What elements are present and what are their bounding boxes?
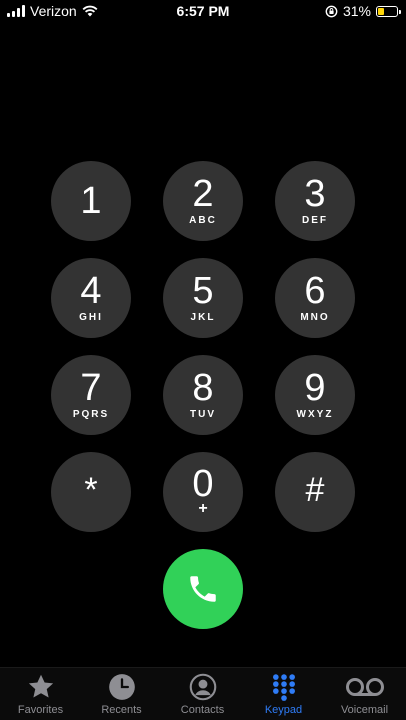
tab-bar: Favorites Recents Contacts Keypad Voicem…	[0, 667, 406, 720]
key-digit: 3	[304, 173, 326, 215]
star-icon	[28, 674, 53, 698]
tab-label: Voicemail	[340, 704, 389, 716]
key-letters: ABC	[189, 215, 217, 226]
key-digit: 6	[304, 270, 326, 312]
key-star[interactable]: *	[51, 452, 131, 532]
call-button[interactable]	[163, 549, 243, 629]
key-digit: 2	[192, 173, 214, 215]
key-letters: JKL	[190, 312, 216, 323]
tab-favorites[interactable]: Favorites	[0, 672, 81, 716]
key-1[interactable]: 1	[51, 161, 131, 241]
clock-icon	[108, 674, 135, 700]
key-0[interactable]: 0 +	[163, 452, 243, 532]
key-hash[interactable]: #	[275, 452, 355, 532]
key-digit: 8	[192, 367, 214, 409]
key-2[interactable]: 2 ABC	[163, 161, 243, 241]
key-letters: WXYZ	[296, 409, 334, 420]
key-letters: MNO	[300, 312, 330, 323]
key-digit: 9	[304, 367, 326, 409]
key-letters: +	[198, 500, 208, 517]
key-digit: *	[84, 471, 98, 509]
person-circle-icon	[189, 673, 216, 701]
voicemail-icon	[345, 678, 384, 696]
key-letters: DEF	[302, 215, 328, 226]
key-digit: #	[305, 471, 325, 509]
key-8[interactable]: 8 TUV	[163, 355, 243, 435]
tab-contacts[interactable]: Contacts	[162, 672, 243, 716]
key-4[interactable]: 4 GHI	[51, 258, 131, 338]
key-7[interactable]: 7 PQRS	[51, 355, 131, 435]
key-3[interactable]: 3 DEF	[275, 161, 355, 241]
key-letters: PQRS	[72, 409, 110, 420]
key-letters: TUV	[190, 409, 216, 420]
key-digit: 5	[192, 270, 214, 312]
key-5[interactable]: 5 JKL	[163, 258, 243, 338]
key-6[interactable]: 6 MNO	[275, 258, 355, 338]
tab-label: Favorites	[17, 704, 64, 716]
key-digit: 1	[80, 180, 102, 222]
keypad: 1 2 ABC 3 DEF 4 GHI 5 JKL 6 MNO 7 PQRS 8…	[0, 0, 406, 720]
phone-icon	[190, 576, 216, 602]
key-9[interactable]: 9 WXYZ	[275, 355, 355, 435]
tab-recents[interactable]: Recents	[81, 672, 162, 716]
key-digit: 7	[80, 367, 102, 409]
tab-label: Recents	[101, 704, 142, 716]
tab-label: Keypad	[264, 704, 303, 716]
tab-keypad[interactable]: Keypad	[243, 672, 324, 716]
tab-voicemail[interactable]: Voicemail	[324, 672, 405, 716]
tab-label: Contacts	[180, 704, 225, 716]
key-letters: GHI	[79, 312, 103, 323]
keypad-grid-icon	[272, 674, 295, 701]
key-digit: 4	[80, 270, 102, 312]
